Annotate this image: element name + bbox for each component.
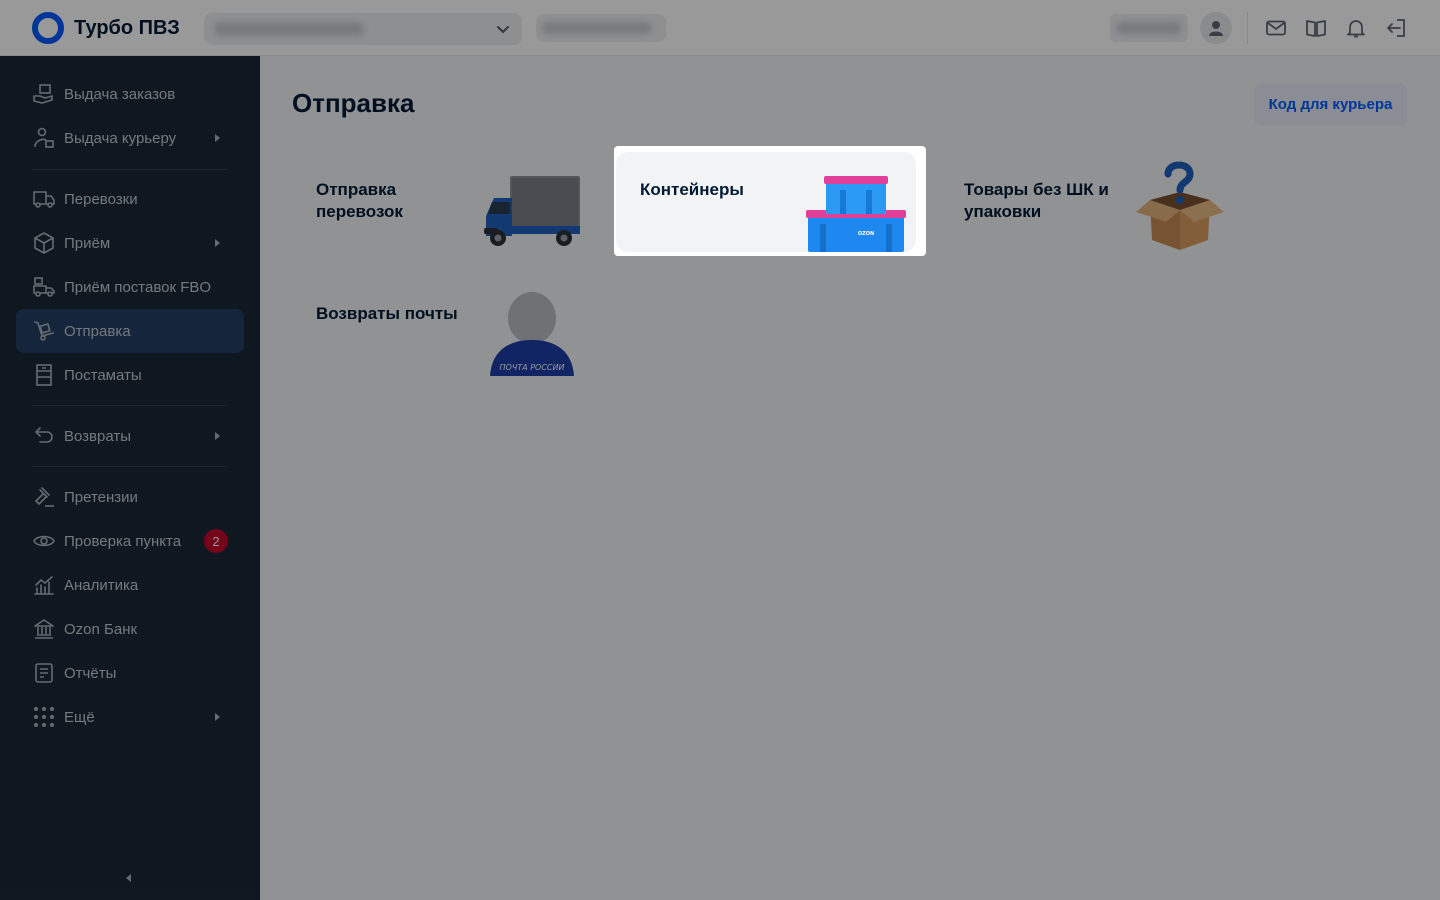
card-title: Контейнеры bbox=[640, 180, 744, 199]
spotlight-frame: Контейнеры OZON bbox=[614, 146, 926, 256]
dim-overlay bbox=[0, 0, 1440, 900]
container-brand-text: OZON bbox=[858, 231, 874, 237]
card-containers[interactable]: Контейнеры OZON bbox=[616, 152, 916, 252]
containers-illustration: OZON bbox=[806, 176, 906, 252]
